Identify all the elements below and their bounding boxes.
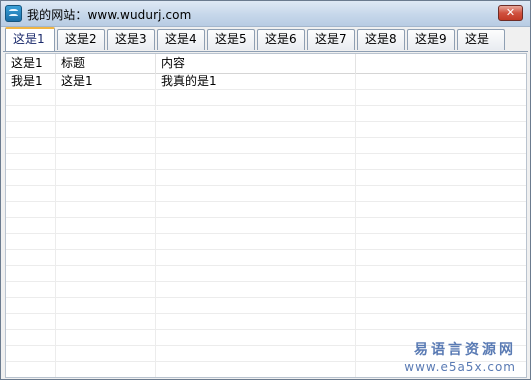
empty-row [6, 298, 526, 314]
table-cell: 我真的是1 [161, 74, 217, 88]
tab-7[interactable]: 这是7 [307, 29, 355, 50]
empty-row [6, 202, 526, 218]
empty-row [6, 218, 526, 234]
empty-row [6, 90, 526, 106]
empty-row [6, 170, 526, 186]
column-header-filler [356, 54, 526, 74]
column-header-content[interactable]: 内容 [156, 54, 356, 74]
app-window: 我的网站：www.wudurj.com ✕ 这是1 这是2 这是3 这是4 这是… [0, 0, 531, 380]
tab-6[interactable]: 这是6 [257, 29, 305, 50]
app-logo-icon [5, 5, 22, 22]
close-button[interactable]: ✕ [498, 5, 523, 21]
empty-row [6, 314, 526, 330]
tab-9[interactable]: 这是9 [407, 29, 455, 50]
empty-row [6, 106, 526, 122]
tab-4[interactable]: 这是4 [157, 29, 205, 50]
tab-8[interactable]: 这是8 [357, 29, 405, 50]
watermark-text: 易语言资源网 [414, 342, 516, 358]
tab-5[interactable]: 这是5 [207, 29, 255, 50]
tab-bar: 这是1 这是2 这是3 这是4 这是5 这是6 这是7 这是8 这是9 这是10 [1, 27, 530, 65]
empty-row [6, 138, 526, 154]
empty-row [6, 282, 526, 298]
table-row[interactable]: 我是1 这是1 我真的是1 [6, 74, 526, 90]
empty-row [6, 250, 526, 266]
site-watermark: 易语言资源网 www.e5a5x.com [404, 342, 516, 376]
empty-row [6, 234, 526, 250]
tab-1[interactable]: 这是1 [5, 27, 55, 51]
table-cell: 这是1 [61, 74, 93, 88]
tab-10[interactable]: 这是10 [457, 29, 505, 65]
tab-3[interactable]: 这是3 [107, 29, 155, 50]
watermark-url: www.e5a5x.com [404, 360, 516, 374]
empty-row [6, 122, 526, 138]
window-title: 我的网站：www.wudurj.com [27, 8, 192, 22]
table-cell: 我是1 [11, 74, 43, 88]
column-header-1[interactable]: 这是1 [6, 54, 56, 74]
title-bar[interactable]: 我的网站：www.wudurj.com ✕ [1, 1, 530, 27]
empty-row [6, 154, 526, 170]
list-view[interactable]: 这是1 标题 内容 我是1 这是1 我真的是1 [5, 53, 527, 378]
tab-2[interactable]: 这是2 [57, 29, 105, 50]
empty-row [6, 266, 526, 282]
tab-divider [3, 51, 528, 52]
empty-row [6, 186, 526, 202]
list-header: 这是1 标题 内容 [6, 54, 526, 74]
column-header-title[interactable]: 标题 [56, 54, 156, 74]
